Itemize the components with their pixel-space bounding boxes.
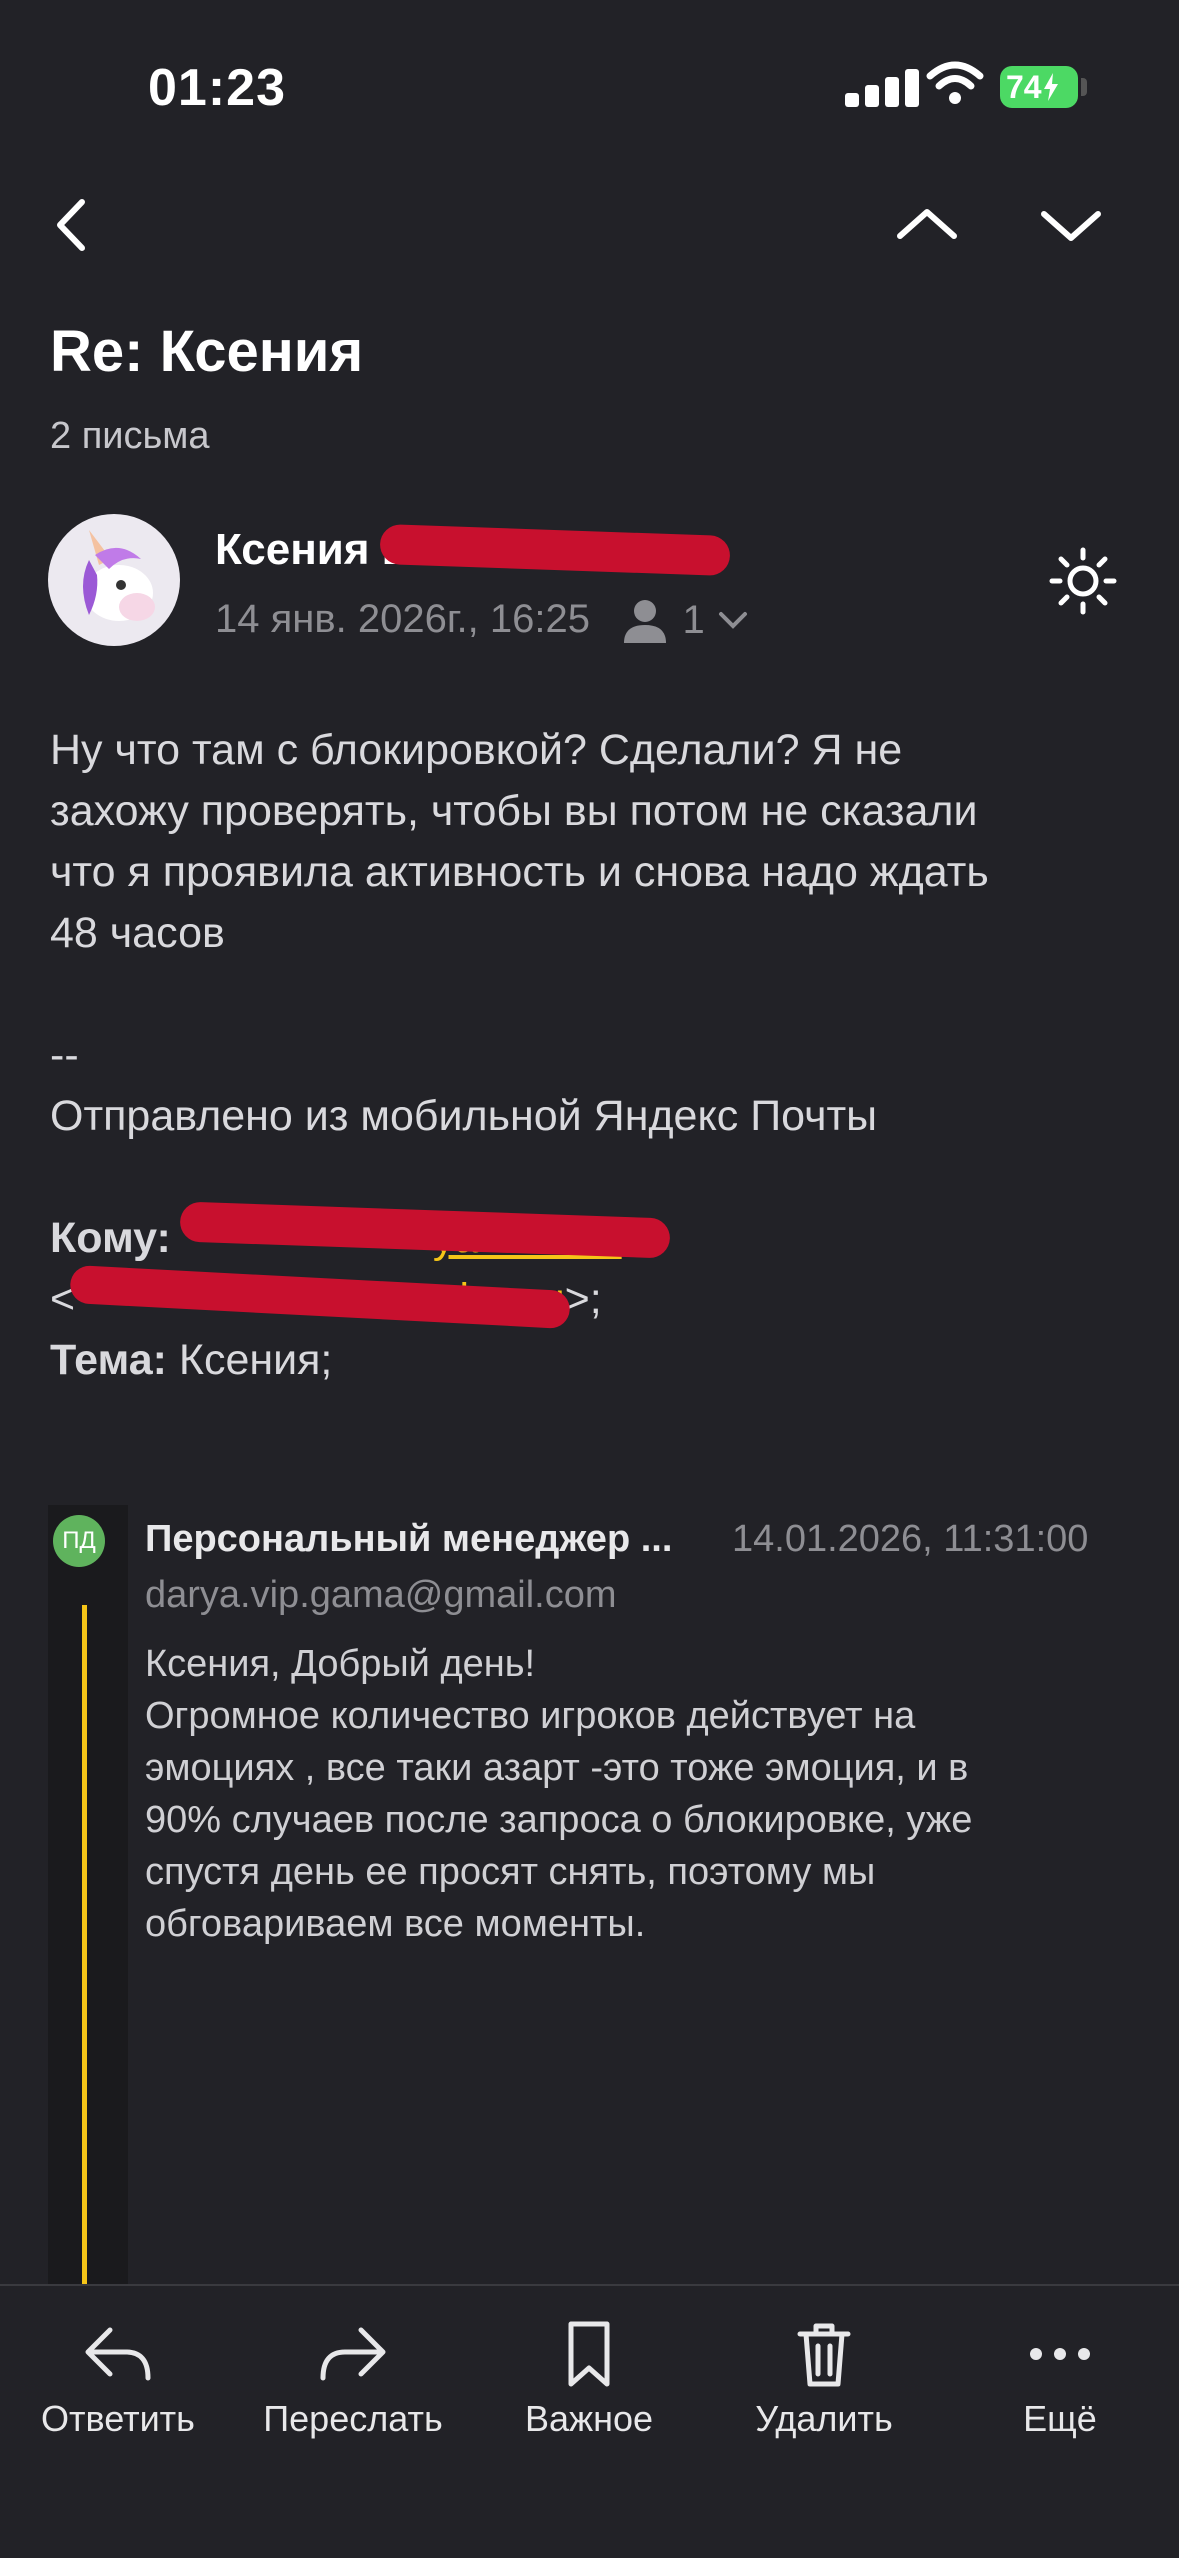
chevron-up-icon: [897, 209, 957, 239]
quoted-sender-email[interactable]: darya.vip.gama@gmail.com: [145, 1574, 617, 1617]
trash-icon: [797, 2323, 851, 2387]
forward-button[interactable]: Переслать: [243, 2316, 463, 2440]
message-date: 14 янв. 2026г., 16:25: [215, 597, 590, 641]
thread-title: Re: Ксения: [50, 319, 364, 384]
cellular-signal-icon: [845, 65, 935, 107]
quoted-line: Огромное количество игроков действует на: [145, 1695, 916, 1737]
quoted-line: обговариваем все моменты.: [145, 1903, 646, 1945]
body-line: Ну что там с блокировкой? Сделали? Я не: [50, 726, 903, 774]
forward-icon: [320, 2327, 386, 2381]
chevron-down-icon: [719, 612, 748, 629]
status-time: 01:23: [148, 59, 286, 117]
subject-value: Ксения;: [166, 1336, 333, 1384]
previous-message-button[interactable]: [892, 190, 962, 260]
battery-level: 74: [1006, 68, 1042, 105]
subject-line: Тема: Ксения;: [50, 1330, 1130, 1391]
body-line: 48 часов: [50, 909, 225, 957]
redaction-mark: [379, 523, 731, 577]
signature: Отправлено из мобильной Яндекс Почты: [50, 1092, 878, 1140]
recipients-count: 1: [682, 597, 705, 642]
important-label: Важное: [524, 2398, 654, 2439]
subject-label: Тема:: [50, 1336, 167, 1384]
signature-separator: --: [50, 1031, 79, 1079]
to-label: Кому:: [50, 1214, 171, 1262]
quoted-line: 90% случаев после запроса о блокировке, …: [145, 1799, 973, 1841]
sun-icon: [1049, 547, 1117, 615]
quote-gutter: [48, 1505, 128, 2285]
angle-bracket-close: >;: [564, 1275, 602, 1323]
quoted-line: Ксения, Добрый день!: [145, 1643, 536, 1685]
quoted-line: эмоциях , все таки азарт -это тоже эмоци…: [145, 1747, 969, 1789]
quoted-sender-avatar: ПД: [53, 1515, 105, 1567]
bottom-toolbar: Ответить Переслать Важное Удалить Ещё: [0, 2284, 1179, 2558]
more-label: Ещё: [1023, 2398, 1097, 2439]
bookmark-icon: [568, 2321, 610, 2387]
wifi-icon: [926, 58, 984, 108]
next-message-button[interactable]: [1036, 190, 1106, 260]
theme-toggle-button[interactable]: [1048, 546, 1118, 621]
reply-icon: [85, 2327, 151, 2381]
battery-indicator: 74: [1000, 66, 1078, 108]
delete-button[interactable]: Удалить: [714, 2316, 934, 2440]
chevron-left-icon: [57, 199, 85, 251]
back-button[interactable]: [38, 190, 108, 260]
quoted-line: спустя день ее просят снять, поэтому мы: [145, 1851, 876, 1893]
battery-cap: [1081, 78, 1087, 96]
body-line: захожу проверять, чтобы вы потом не сказ…: [50, 787, 978, 835]
more-dots-icon: [1030, 2348, 1090, 2360]
person-icon: [624, 600, 666, 643]
quote-line: [82, 1605, 87, 2285]
body-line: что я проявила активность и снова надо ж…: [50, 848, 989, 896]
more-button[interactable]: Ещё: [950, 2316, 1170, 2440]
important-button[interactable]: Важное: [479, 2316, 699, 2440]
unicorn-icon: [83, 530, 155, 621]
charging-bolt-icon: [1043, 73, 1058, 101]
reply-label: Ответить: [41, 2398, 195, 2439]
quoted-date: 14.01.2026, 11:31:00: [732, 1518, 1089, 1560]
delete-label: Удалить: [755, 2398, 893, 2439]
message-count: 2 письма: [50, 415, 210, 457]
quoted-sender-name[interactable]: Персональный менеджер ...: [145, 1518, 672, 1561]
quoted-body: Ксения, Добрый день! Огромное количество…: [145, 1638, 1135, 1950]
forward-label: Переслать: [263, 2398, 443, 2439]
recipients-toggle[interactable]: 1: [620, 595, 751, 645]
reply-button[interactable]: Ответить: [8, 2316, 228, 2440]
chevron-down-icon: [1041, 211, 1101, 241]
sender-avatar[interactable]: [48, 514, 180, 646]
